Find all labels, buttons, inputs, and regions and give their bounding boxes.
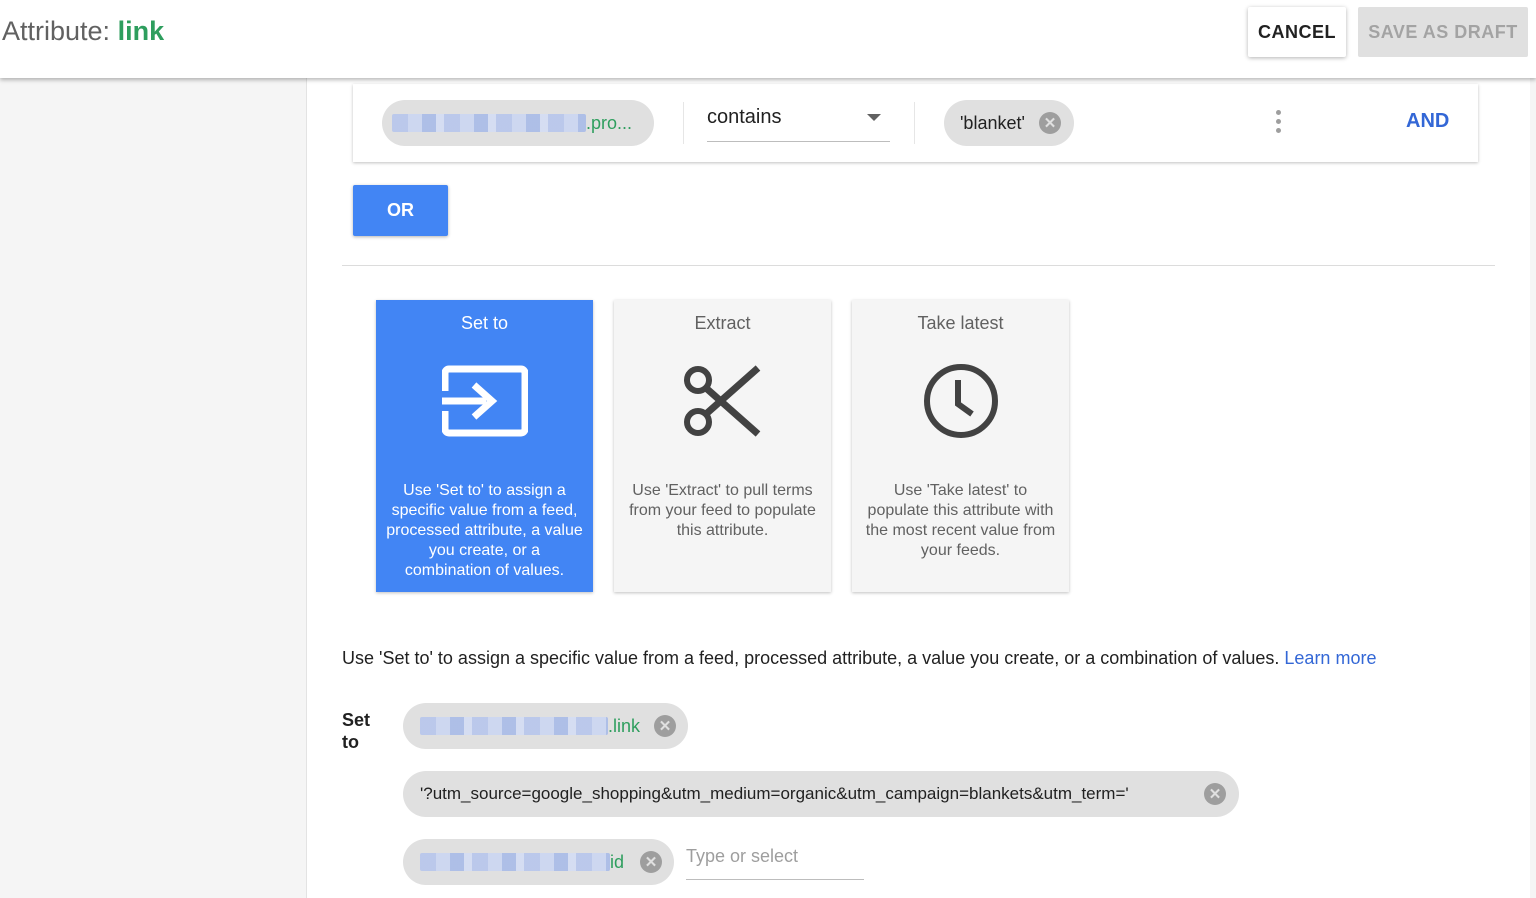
condition-attribute-chip[interactable]: .pro...: [382, 100, 654, 146]
section-divider: [342, 265, 1495, 266]
divider: [683, 102, 684, 144]
condition-value-text: 'blanket': [960, 112, 1025, 133]
redacted-feed-name: [420, 717, 608, 735]
option-title: Take latest: [917, 313, 1004, 333]
set-to-label: Set to: [342, 710, 371, 752]
set-to-value-chip[interactable]: '?utm_source=google_shopping&utm_medium=…: [403, 771, 1239, 817]
chip-text: '?utm_source=google_shopping&utm_medium=…: [420, 784, 1129, 803]
option-title: Extract: [694, 313, 751, 333]
learn-more-link[interactable]: Learn more: [1284, 648, 1376, 668]
option-card-extract[interactable]: Extract Use 'Extract' to pull terms from…: [614, 300, 831, 592]
left-sidebar: [0, 78, 307, 898]
dropdown-caret-icon: [867, 114, 881, 121]
chip-suffix: .link: [608, 715, 641, 736]
set-to-input[interactable]: Type or select: [686, 840, 864, 880]
help-text: Use 'Set to' to assign a specific value …: [342, 648, 1376, 669]
option-description: Use 'Take latest' to populate this attri…: [865, 482, 1056, 559]
operator-select[interactable]: contains: [707, 100, 890, 142]
remove-chip-icon[interactable]: ✕: [640, 851, 662, 873]
option-card-take-latest[interactable]: Take latest Use 'Take latest' to populat…: [852, 300, 1069, 592]
divider: [914, 102, 915, 144]
option-card-set-to[interactable]: Set to Use 'Set to' to assign a specific…: [376, 300, 593, 592]
set-to-value-chip[interactable]: id ✕: [403, 839, 674, 885]
title-attribute-name: link: [117, 16, 165, 46]
set-to-icon: [442, 365, 528, 437]
remove-chip-icon[interactable]: ✕: [654, 715, 676, 737]
chip-suffix: id: [610, 851, 625, 872]
redacted-feed-name: [420, 853, 610, 871]
condition-attribute-suffix: .pro...: [586, 112, 633, 133]
title-prefix: Attribute:: [2, 16, 111, 46]
page-title: Attribute: link: [2, 16, 164, 47]
remove-chip-icon[interactable]: ✕: [1039, 112, 1061, 134]
clock-icon: [924, 364, 998, 438]
or-button[interactable]: OR: [353, 185, 448, 236]
option-title: Set to: [460, 313, 509, 333]
set-to-value-chip[interactable]: .link ✕: [403, 703, 688, 749]
right-gutter: [1530, 78, 1536, 898]
scissors-icon: [684, 365, 761, 437]
save-as-draft-button[interactable]: SAVE AS DRAFT: [1358, 7, 1528, 57]
cancel-button[interactable]: CANCEL: [1248, 7, 1346, 57]
page-header: Attribute: link CANCEL SAVE AS DRAFT: [0, 0, 1536, 78]
option-description: Use 'Set to' to assign a specific value …: [386, 482, 583, 579]
input-placeholder: Type or select: [686, 846, 799, 866]
operator-value: contains: [707, 106, 782, 128]
more-options-icon[interactable]: [1270, 110, 1286, 136]
redacted-feed-name: [392, 114, 586, 132]
help-description: Use 'Set to' to assign a specific value …: [342, 648, 1280, 668]
remove-chip-icon[interactable]: ✕: [1204, 783, 1226, 805]
option-description: Use 'Extract' to pull terms from your fe…: [629, 482, 816, 539]
and-button[interactable]: AND: [1406, 110, 1449, 133]
condition-value-chip[interactable]: 'blanket' ✕: [944, 100, 1074, 146]
